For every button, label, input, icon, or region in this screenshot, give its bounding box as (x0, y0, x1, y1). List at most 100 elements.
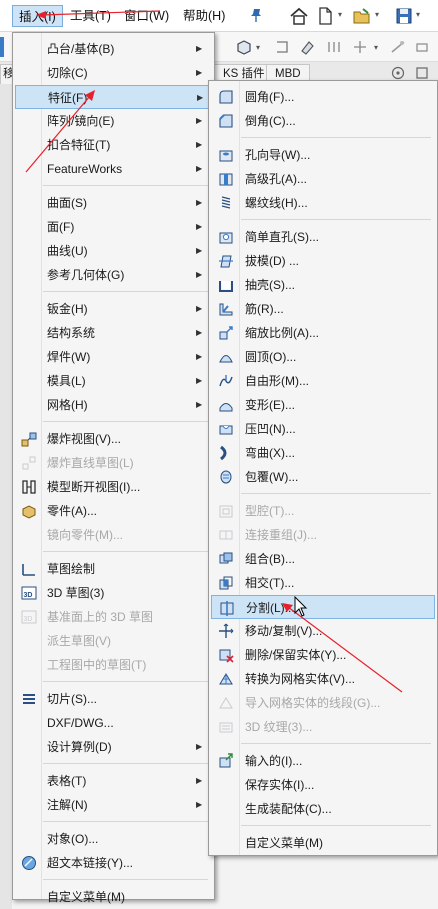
menu-insert[interactable]: 插入(I) (12, 5, 63, 27)
menu-tools[interactable]: 工具(T) (64, 5, 117, 27)
indent-icon (217, 420, 235, 438)
feature-menu-item-变形[interactable]: 变形(E)... (211, 393, 435, 417)
menu-help[interactable]: 帮助(H) (177, 5, 231, 27)
feature-menu-item-简单直孔[interactable]: 简单直孔(S)... (211, 225, 435, 249)
insert-menu-item-对象[interactable]: 对象(O)... (15, 827, 212, 851)
scale-icon (217, 324, 235, 342)
insert-menu-item-超文本链接[interactable]: 超文本链接(Y)... (15, 851, 212, 875)
new-dropdown-icon[interactable]: ▾ (338, 10, 346, 20)
view-orientation-icon[interactable] (232, 35, 256, 59)
insert-menu-item-凸台-基体[interactable]: 凸台/基体(B) ▶ (15, 37, 212, 61)
menu-separator (241, 137, 431, 138)
feature-menu-item-移动-复制[interactable]: 移动/复制(V)... (211, 619, 435, 643)
menu-separator (43, 291, 208, 292)
insert-menu-item-网格[interactable]: 网格(H) ▶ (15, 393, 212, 417)
submenu-arrow-icon: ▶ (196, 164, 203, 173)
section-view-icon[interactable] (270, 35, 294, 59)
feature-menu-item-圆顶[interactable]: 圆顶(O)... (211, 345, 435, 369)
palette-icon[interactable] (414, 65, 430, 81)
hide-show-icon[interactable] (322, 35, 346, 59)
insert-menu-item-切除[interactable]: 切除(C) ▶ (15, 61, 212, 85)
feature-menu-item-label: 孔向导(W)... (245, 148, 311, 162)
feature-menu-item-压凹[interactable]: 压凹(N)... (211, 417, 435, 441)
insert-menu-item-注解[interactable]: 注解(N) ▶ (15, 793, 212, 817)
feature-menu-item-label: 转换为网格实体(V)... (245, 672, 355, 686)
graphics-view-icon[interactable] (390, 65, 406, 81)
insert-menu-item-模型断开视图[interactable]: 模型断开视图(I)... (15, 475, 212, 499)
feature-menu-item-转换为网格实体[interactable]: 转换为网格实体(V)... (211, 667, 435, 691)
feature-menu-item-label: 移动/复制(V)... (245, 624, 323, 638)
insert-menu-item-dxf-dwg[interactable]: DXF/DWG... (15, 711, 212, 735)
insert-menu-item-参考几何体[interactable]: 参考几何体(G) ▶ (15, 263, 212, 287)
display-style-icon[interactable] (348, 35, 372, 59)
insert-menu-item-钣金[interactable]: 钣金(H) ▶ (15, 297, 212, 321)
submenu-arrow-icon: ▶ (196, 68, 203, 77)
insert-menu-item-label: 凸台/基体(B) (47, 42, 115, 56)
menu-separator (241, 219, 431, 220)
feature-menu-item-筋[interactable]: 筋(R)... (211, 297, 435, 321)
scene-icon[interactable] (386, 35, 410, 59)
display-style-dropdown-icon[interactable]: ▾ (374, 43, 382, 53)
edit-appearance-icon[interactable] (296, 35, 320, 59)
insert-menu-item-草图绘制[interactable]: 草图绘制 (15, 557, 212, 581)
submenu-arrow-icon: ▶ (196, 742, 203, 751)
feature-menu-item-弯曲[interactable]: 弯曲(X)... (211, 441, 435, 465)
insert-menu-item-label: 超文本链接(Y)... (47, 856, 133, 870)
feature-menu-item-圆角[interactable]: 圆角(F)... (211, 85, 435, 109)
feature-menu-item-孔向导[interactable]: 孔向导(W)... (211, 143, 435, 167)
feature-menu-item-包覆[interactable]: 包覆(W)... (211, 465, 435, 489)
feature-menu-item-分割[interactable]: 分割(L)... (211, 595, 435, 619)
feature-menu-item-自定义菜单[interactable]: 自定义菜单(M) (211, 831, 435, 855)
feature-menu-item-输入的[interactable]: 输入的(I)... (211, 749, 435, 773)
insert-menu-item-模具[interactable]: 模具(L) ▶ (15, 369, 212, 393)
insert-menu-item-featureworks[interactable]: FeatureWorks ▶ (15, 157, 212, 181)
view-settings-icon[interactable] (410, 35, 434, 59)
feature-menu-item-组合[interactable]: 组合(B)... (211, 547, 435, 571)
feature-menu-item-缩放比例[interactable]: 缩放比例(A)... (211, 321, 435, 345)
open-dropdown-icon[interactable]: ▾ (375, 10, 383, 20)
new-document-icon[interactable] (313, 4, 337, 28)
menu-window[interactable]: 窗口(W) (118, 5, 175, 27)
insert-menu-item-自定义菜单[interactable]: 自定义菜单(M) (15, 885, 212, 909)
insert-menu-item-阵列-镜向[interactable]: 阵列/镜向(E) ▶ (15, 109, 212, 133)
insert-menu-item-面[interactable]: 面(F) ▶ (15, 215, 212, 239)
insert-menu-item-爆炸视图[interactable]: 爆炸视图(V)... (15, 427, 212, 451)
insert-menu-item-曲面[interactable]: 曲面(S) ▶ (15, 191, 212, 215)
feature-menu-item-自由形[interactable]: 自由形(M)... (211, 369, 435, 393)
feature-menu-item-删除-保留实体[interactable]: 删除/保留实体(Y)... (211, 643, 435, 667)
insert-menu-item-切片[interactable]: 切片(S)... (15, 687, 212, 711)
insert-menu-item-label: 3D 草图(3) (47, 586, 105, 600)
menu-bar: 插入(I) 工具(T) 窗口(W) 帮助(H) ▾ ▾ ▾ (0, 0, 438, 32)
insert-menu-item-设计算例[interactable]: 设计算例(D) ▶ (15, 735, 212, 759)
feature-menu-item-螺纹线[interactable]: 螺纹线(H)... (211, 191, 435, 215)
insert-menu-item-结构系统[interactable]: 结构系统 ▶ (15, 321, 212, 345)
insert-menu-item-3d-草图[interactable]: 3D 3D 草图(3) (15, 581, 212, 605)
feature-menu-item-拔模[interactable]: 拔模(D) ... (211, 249, 435, 273)
insert-menu-item-曲线[interactable]: 曲线(U) ▶ (15, 239, 212, 263)
home-icon[interactable] (287, 4, 311, 28)
feature-menu-item-高级孔[interactable]: 高级孔(A)... (211, 167, 435, 191)
feature-menu-item-保存实体[interactable]: 保存实体(I)... (211, 773, 435, 797)
feature-menu-item-相交[interactable]: 相交(T)... (211, 571, 435, 595)
open-folder-icon[interactable] (350, 4, 374, 28)
insert-menu-item-label: 切片(S)... (47, 692, 97, 706)
thread-icon (217, 194, 235, 212)
feature-menu-item-倒角[interactable]: 倒角(C)... (211, 109, 435, 133)
pin-icon[interactable] (248, 7, 264, 23)
feature-menu-item-抽壳[interactable]: 抽壳(S)... (211, 273, 435, 297)
insert-menu-item-表格[interactable]: 表格(T) ▶ (15, 769, 212, 793)
insert-menu-item-label: 爆炸直线草图(L) (47, 456, 134, 470)
insert-menu-item-零件[interactable]: 零件(A)... (15, 499, 212, 523)
intersect-icon (217, 574, 235, 592)
view-orientation-dropdown-icon[interactable]: ▾ (256, 43, 264, 53)
delete-body-icon (217, 646, 235, 664)
menu-separator (43, 551, 208, 552)
insert-menu-item-扣合特征[interactable]: 扣合特征(T) ▶ (15, 133, 212, 157)
feature-menu-item-生成装配体[interactable]: 生成装配体(C)... (211, 797, 435, 821)
mesh-segment-icon (217, 694, 235, 712)
insert-menu-item-label: 设计算例(D) (47, 740, 112, 754)
insert-menu-item-焊件[interactable]: 焊件(W) ▶ (15, 345, 212, 369)
save-icon[interactable] (392, 4, 416, 28)
save-dropdown-icon[interactable]: ▾ (416, 10, 424, 20)
insert-menu-item-特征[interactable]: 特征(F) ▶ (15, 85, 212, 109)
